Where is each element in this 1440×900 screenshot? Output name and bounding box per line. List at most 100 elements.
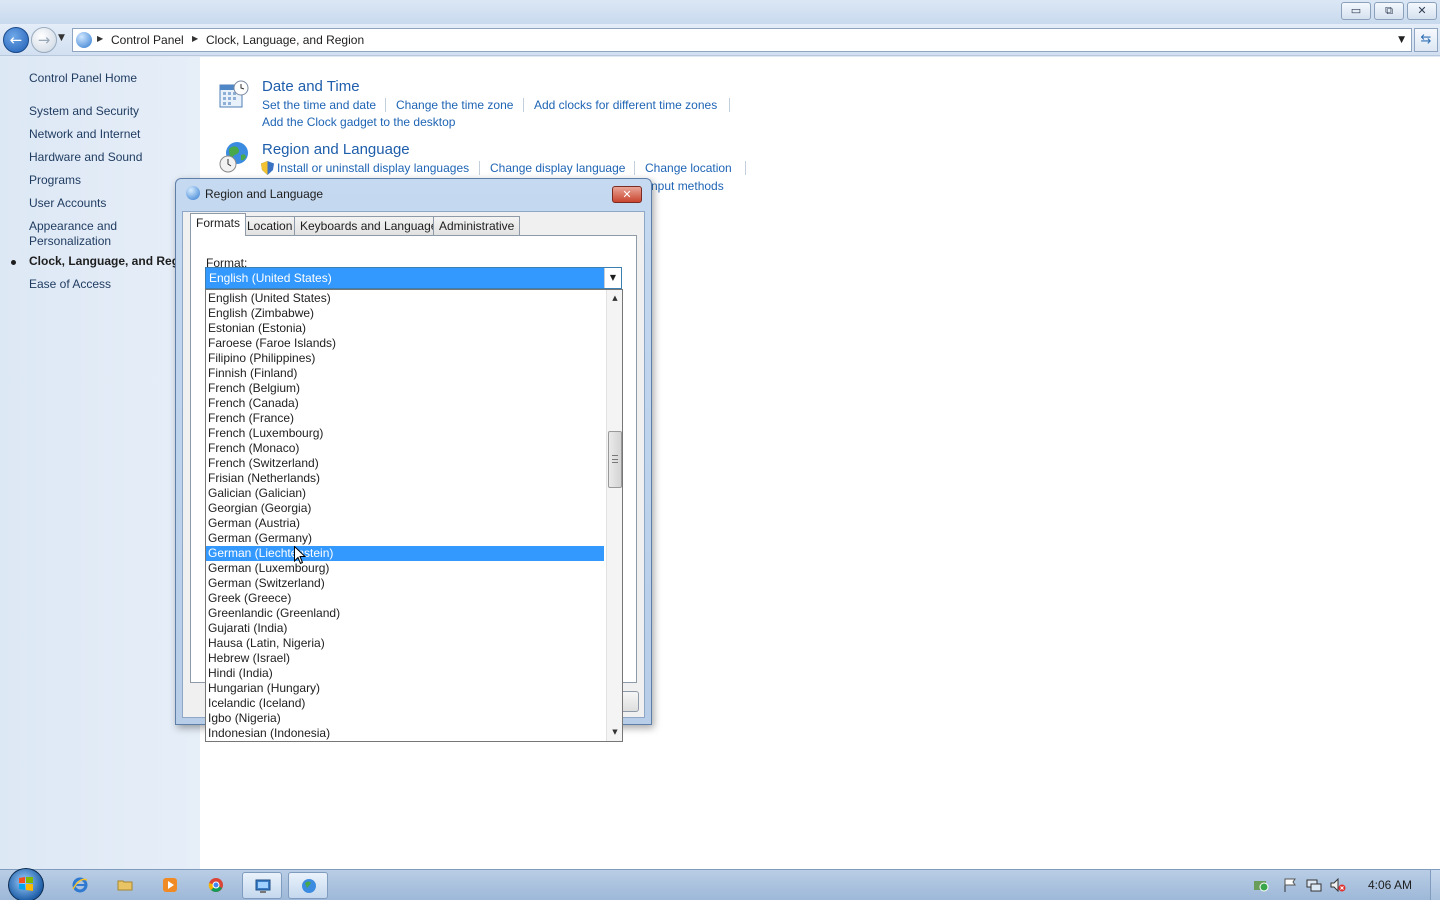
format-option[interactable]: English (United States) <box>206 291 604 306</box>
nav-hardware-and-sound[interactable]: Hardware and Sound <box>29 150 194 165</box>
region-and-language-icon <box>219 142 248 173</box>
breadcrumb-chevron-icon[interactable]: ▶ <box>192 34 198 43</box>
restore-button[interactable]: ⧉ <box>1374 2 1404 20</box>
change-location-link[interactable]: Change location <box>645 161 732 175</box>
tab-location[interactable]: Location <box>241 216 299 235</box>
taskbar-control-panel[interactable] <box>288 872 328 899</box>
format-option[interactable]: Frisian (Netherlands) <box>206 471 604 486</box>
refresh-button[interactable]: ⇆ <box>1414 28 1438 52</box>
link-separator <box>745 161 746 175</box>
recent-pages-dropdown[interactable]: ▼ <box>58 33 65 43</box>
action-center-icon[interactable] <box>1253 878 1269 892</box>
link-separator <box>523 98 524 112</box>
set-time-and-date-link[interactable]: Set the time and date <box>262 98 376 112</box>
format-option[interactable]: French (Canada) <box>206 396 604 411</box>
format-option[interactable]: German (Austria) <box>206 516 604 531</box>
taskbar-media-player[interactable] <box>150 872 190 899</box>
taskbar-internet-explorer[interactable] <box>60 872 100 899</box>
dialog-close-button[interactable]: ✕ <box>612 186 642 203</box>
nav-control-panel-home[interactable]: Control Panel Home <box>29 71 194 86</box>
date-and-time-title[interactable]: Date and Time <box>262 78 360 95</box>
link-separator <box>479 161 480 175</box>
flag-icon[interactable] <box>1283 878 1299 892</box>
taskbar-remote-desktop[interactable] <box>242 872 282 899</box>
minimize-button[interactable]: ▭ <box>1341 2 1371 20</box>
format-option[interactable]: Hungarian (Hungary) <box>206 681 604 696</box>
taskbar-chrome[interactable] <box>196 872 236 899</box>
dropdown-scrollbar[interactable]: ▲ ▼ <box>606 290 622 741</box>
format-option[interactable]: Hindi (India) <box>206 666 604 681</box>
format-option[interactable]: German (Switzerland) <box>206 576 604 591</box>
left-nav-pane: Control Panel Home System and Security N… <box>0 57 200 869</box>
format-option[interactable]: French (Monaco) <box>206 441 604 456</box>
nav-user-accounts[interactable]: User Accounts <box>29 196 194 211</box>
forward-button[interactable]: → <box>31 27 57 53</box>
format-option[interactable]: Hausa (Latin, Nigeria) <box>206 636 604 651</box>
format-option[interactable]: English (Zimbabwe) <box>206 306 604 321</box>
input-methods-link[interactable]: nput methods <box>651 179 724 193</box>
breadcrumb-control-panel[interactable]: Control Panel <box>111 33 184 47</box>
mouse-cursor-icon <box>294 546 306 565</box>
format-option[interactable]: Icelandic (Iceland) <box>206 696 604 711</box>
nav-clock-language-and-region[interactable]: Clock, Language, and Region <box>29 254 177 269</box>
control-panel-icon <box>76 32 92 48</box>
nav-ease-of-access[interactable]: Ease of Access <box>29 277 194 292</box>
taskbar-windows-explorer[interactable] <box>105 872 145 899</box>
format-option[interactable]: Estonian (Estonia) <box>206 321 604 336</box>
format-option[interactable]: French (Luxembourg) <box>206 426 604 441</box>
change-time-zone-link[interactable]: Change the time zone <box>396 98 513 112</box>
format-option[interactable]: French (France) <box>206 411 604 426</box>
internet-explorer-icon <box>72 877 88 893</box>
start-button[interactable] <box>8 868 44 900</box>
format-option[interactable]: Greenlandic (Greenland) <box>206 606 604 621</box>
format-option[interactable]: German (Luxembourg) <box>206 561 604 576</box>
region-and-language-icon <box>186 186 200 200</box>
format-option[interactable]: Gujarati (India) <box>206 621 604 636</box>
format-option[interactable]: French (Belgium) <box>206 381 604 396</box>
format-dropdown-list[interactable]: English (United States) English (Zimbabwe… <box>205 289 623 742</box>
format-option[interactable]: Finnish (Finland) <box>206 366 604 381</box>
close-window-button[interactable]: ✕ <box>1407 2 1437 20</box>
format-option[interactable]: French (Switzerland) <box>206 456 604 471</box>
add-clock-gadget-link[interactable]: Add the Clock gadget to the desktop <box>262 115 455 129</box>
scroll-up-icon[interactable]: ▲ <box>607 290 622 306</box>
nav-network-and-internet[interactable]: Network and Internet <box>29 127 194 142</box>
install-uninstall-languages-link[interactable]: Install or uninstall display languages <box>277 161 469 175</box>
tab-formats[interactable]: Formats <box>190 213 247 236</box>
nav-appearance-and-personalization[interactable]: Appearance and Personalization <box>29 219 129 249</box>
window-title-bar: ▭ ⧉ ✕ <box>0 0 1440 24</box>
format-option[interactable]: Greek (Greece) <box>206 591 604 606</box>
format-option[interactable]: Igbo (Nigeria) <box>206 711 604 726</box>
current-page-bullet <box>11 260 16 265</box>
format-option[interactable]: Georgian (Georgia) <box>206 501 604 516</box>
breadcrumb-clock-language-region[interactable]: Clock, Language, and Region <box>206 33 364 47</box>
taskbar-clock[interactable]: 4:06 AM <box>1368 878 1412 892</box>
scroll-down-icon[interactable]: ▼ <box>607 724 622 740</box>
show-desktop-button[interactable] <box>1430 870 1440 900</box>
format-select[interactable]: English (United States) ▼ <box>205 267 622 289</box>
change-display-language-link[interactable]: Change display language <box>490 161 625 175</box>
network-icon[interactable] <box>1306 878 1322 892</box>
address-field[interactable]: ▶ Control Panel ▶ Clock, Language, and R… <box>72 28 1412 52</box>
format-option[interactable]: Filipino (Philippines) <box>206 351 604 366</box>
add-clocks-link[interactable]: Add clocks for different time zones <box>534 98 717 112</box>
format-option[interactable]: Faroese (Faroe Islands) <box>206 336 604 351</box>
tab-keyboards-and-languages[interactable]: Keyboards and Languages <box>294 216 450 235</box>
format-option[interactable]: German (Germany) <box>206 531 604 546</box>
address-dropdown-icon[interactable]: ▼ <box>1398 35 1405 45</box>
remote-desktop-icon <box>255 879 271 893</box>
format-option[interactable]: German (Liechtenstein) <box>206 546 604 561</box>
format-option[interactable]: Hebrew (Israel) <box>206 651 604 666</box>
tab-administrative[interactable]: Administrative <box>433 216 521 235</box>
format-option[interactable]: Indonesian (Indonesia) <box>206 726 604 741</box>
back-button[interactable]: ← <box>3 27 29 53</box>
breadcrumb-chevron-icon[interactable]: ▶ <box>97 34 103 43</box>
scrollbar-thumb[interactable] <box>608 431 622 488</box>
format-option[interactable]: Galician (Galician) <box>206 486 604 501</box>
nav-programs[interactable]: Programs <box>29 173 194 188</box>
nav-system-and-security[interactable]: System and Security <box>29 104 194 119</box>
chevron-down-icon[interactable]: ▼ <box>604 268 621 288</box>
region-and-language-title[interactable]: Region and Language <box>262 141 410 158</box>
link-separator <box>634 161 635 175</box>
volume-muted-icon[interactable] <box>1330 878 1346 892</box>
